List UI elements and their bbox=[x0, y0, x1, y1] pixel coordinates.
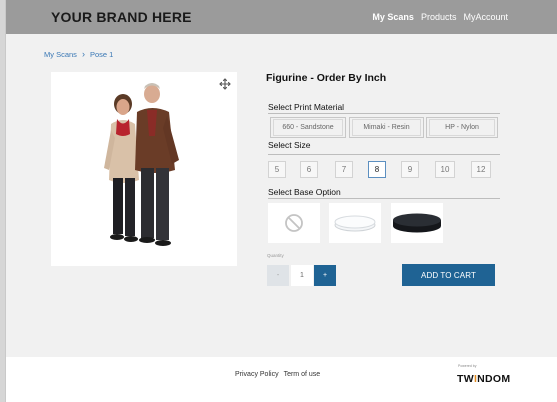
black-base-icon bbox=[393, 213, 441, 233]
size-option[interactable]: 12 bbox=[471, 161, 491, 178]
clear-base-icon bbox=[334, 215, 376, 232]
size-option-selected[interactable]: 8 bbox=[368, 161, 386, 178]
base-option-black[interactable] bbox=[391, 203, 443, 243]
nav-my-scans[interactable]: My Scans bbox=[372, 12, 414, 22]
divider bbox=[268, 113, 500, 114]
footer-links: Privacy Policy Term of use bbox=[235, 371, 320, 378]
main-nav: My Scans Products MyAccount bbox=[372, 12, 508, 22]
couple-figurine-image bbox=[104, 83, 179, 246]
material-option-sandstone[interactable]: 660 - Sandstone bbox=[270, 117, 346, 138]
none-icon bbox=[285, 214, 303, 232]
quantity-decrement-button[interactable]: - bbox=[267, 265, 289, 286]
material-label: 660 - Sandstone bbox=[273, 119, 343, 136]
breadcrumb-pose[interactable]: Pose 1 bbox=[90, 50, 113, 59]
size-label: Select Size bbox=[268, 140, 311, 150]
footer: Privacy Policy Term of use Powered by TW… bbox=[6, 357, 557, 402]
nav-my-account[interactable]: MyAccount bbox=[463, 12, 508, 22]
chevron-right-icon: › bbox=[81, 49, 85, 59]
top-nav-bar: YOUR BRAND HERE My Scans Products MyAcco… bbox=[6, 0, 557, 34]
size-option[interactable]: 5 bbox=[268, 161, 286, 178]
product-title: Figurine - Order By Inch bbox=[266, 72, 387, 84]
size-option[interactable]: 6 bbox=[300, 161, 318, 178]
quantity-input[interactable]: 1 bbox=[291, 265, 313, 286]
logo-text: TW bbox=[457, 373, 474, 385]
logo-text: NDOM bbox=[477, 373, 511, 385]
product-image-card bbox=[51, 72, 237, 266]
base-option-none[interactable] bbox=[268, 203, 320, 243]
divider bbox=[268, 154, 500, 155]
print-material-label: Select Print Material bbox=[268, 102, 345, 112]
breadcrumb-my-scans[interactable]: My Scans bbox=[44, 50, 77, 59]
page: YOUR BRAND HERE My Scans Products MyAcco… bbox=[5, 0, 557, 402]
size-option[interactable]: 7 bbox=[335, 161, 353, 178]
divider bbox=[268, 198, 500, 199]
material-option-nylon[interactable]: HP - Nylon bbox=[426, 117, 498, 138]
twindom-logo[interactable]: TWINDOM bbox=[457, 373, 510, 385]
material-option-resin[interactable]: Mimaki - Resin bbox=[349, 117, 424, 138]
nav-products[interactable]: Products bbox=[421, 12, 457, 22]
quantity-increment-button[interactable]: + bbox=[314, 265, 336, 286]
quantity-label: Quantity bbox=[267, 253, 284, 258]
size-option[interactable]: 9 bbox=[401, 161, 419, 178]
base-option-label: Select Base Option bbox=[268, 187, 341, 197]
brand-logo[interactable]: YOUR BRAND HERE bbox=[51, 9, 192, 25]
add-to-cart-button[interactable]: ADD TO CART bbox=[402, 264, 495, 286]
material-label: Mimaki - Resin bbox=[352, 119, 421, 136]
privacy-policy-link[interactable]: Privacy Policy bbox=[235, 371, 279, 378]
terms-of-use-link[interactable]: Term of use bbox=[284, 371, 321, 378]
powered-by-label: Powered by bbox=[458, 364, 477, 368]
base-option-clear[interactable] bbox=[329, 203, 381, 243]
size-option[interactable]: 10 bbox=[435, 161, 455, 178]
breadcrumb: My Scans › Pose 1 bbox=[44, 49, 113, 59]
material-label: HP - Nylon bbox=[429, 119, 495, 136]
